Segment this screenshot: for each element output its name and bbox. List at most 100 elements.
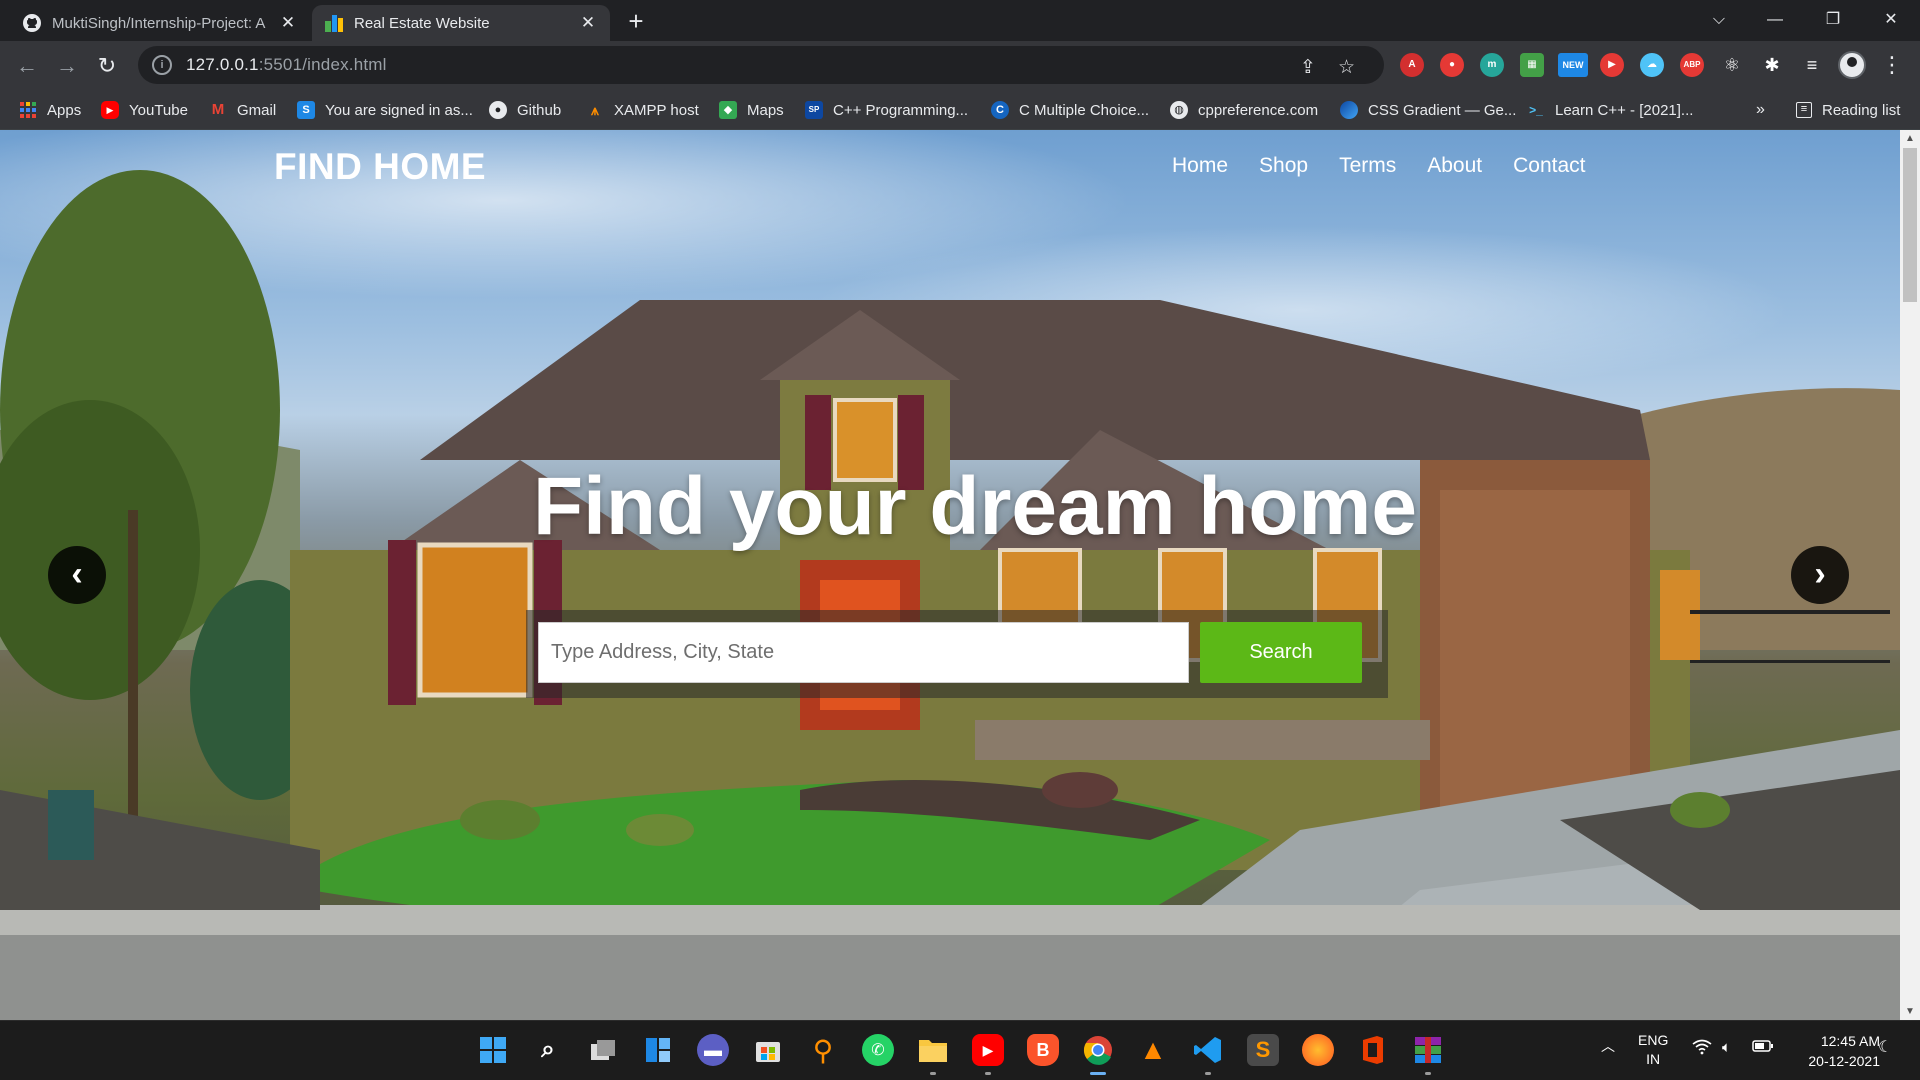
bookmark-learn-cpp[interactable]: >_ Learn C++ - [2021]... [1527,99,1693,121]
acrobat-extension-icon[interactable]: A [1400,53,1424,77]
adblock-extension-icon[interactable]: ABP [1680,53,1704,77]
cpp-icon: SP [805,101,823,119]
nav-contact[interactable]: Contact [1513,154,1585,178]
whatsapp-icon[interactable]: ✆ [862,1034,894,1066]
site-favicon [324,13,344,33]
widgets-icon[interactable] [642,1034,674,1066]
nav-about[interactable]: About [1427,154,1482,178]
notification-moon-icon[interactable]: ☾ [1878,1037,1892,1057]
scroll-thumb[interactable] [1903,148,1917,302]
winrar-icon[interactable] [1412,1034,1444,1066]
scroll-up-arrow-icon[interactable]: ▲ [1900,130,1920,147]
search-app-icon[interactable]: ⚲ [807,1034,839,1066]
tab-real-estate[interactable]: Real Estate Website ✕ [312,5,610,41]
m-extension-icon[interactable]: m [1480,53,1504,77]
language-indicator[interactable]: ENG IN [1638,1031,1668,1069]
bookmark-cppreference[interactable]: ◍ cppreference.com [1170,99,1318,121]
wifi-icon[interactable] [1692,1039,1712,1059]
close-tab-icon[interactable]: ✕ [278,13,298,33]
bookmark-gmail[interactable]: M Gmail [209,99,276,121]
reload-button[interactable]: ↻ [91,50,123,82]
bookmark-c-mcq[interactable]: C C Multiple Choice... [991,99,1149,121]
sublime-icon[interactable]: S [1247,1034,1279,1066]
github-icon: ● [489,101,507,119]
bookmark-xampp[interactable]: ⩚ XAMPP host [586,99,699,121]
running-indicator [930,1072,936,1075]
new-extension-icon[interactable]: NEW [1558,53,1588,77]
bookmark-github[interactable]: ● Github [489,99,561,121]
browser-menu-icon[interactable]: ⋮ [1880,50,1904,80]
file-explorer-icon[interactable] [917,1034,949,1066]
chrome-icon[interactable] [1082,1034,1114,1066]
vscode-icon[interactable] [1192,1034,1224,1066]
hero-title: Find your dream home [533,461,1417,552]
new-tab-button[interactable]: + [622,7,650,35]
bookmark-maps[interactable]: ◆ Maps [719,99,784,121]
nav-shop[interactable]: Shop [1259,154,1308,178]
media-control-icon[interactable]: ≡ [1800,53,1824,77]
next-slide-icon[interactable]: › [1791,546,1849,604]
bookmark-star-icon[interactable]: ☆ [1338,56,1355,79]
profile-avatar[interactable] [1838,51,1866,79]
bookmark-cpp-programming[interactable]: SP C++ Programming... [805,99,968,121]
maximize-button[interactable]: ❐ [1810,0,1856,40]
nav-home[interactable]: Home [1172,154,1228,178]
extensions-puzzle-icon[interactable]: ✱ [1760,53,1784,77]
system-clock[interactable]: 12:45 AM 20-12-2021 [1790,1031,1880,1071]
tab-search-chevron-icon[interactable]: ⌵ [1696,0,1742,40]
reading-list-button[interactable]: ≡ Reading list [1796,99,1900,121]
bookmark-signed-in[interactable]: S You are signed in as... [297,99,473,121]
browser-toolbar: ← → ↻ i 127.0.0.1:5501/index.html ⇪ ☆ A … [0,41,1920,90]
show-hidden-icons-icon[interactable]: ︿ [1601,1036,1615,1056]
scroll-down-arrow-icon[interactable]: ▼ [1900,1003,1920,1020]
bookmarks-bar: Apps ▶ YouTube M Gmail S You are signed … [0,90,1920,130]
back-button[interactable]: ← [11,50,43,82]
bookmark-youtube[interactable]: ▶ YouTube [101,99,188,121]
office-icon[interactable] [1357,1034,1389,1066]
bookmark-apps[interactable]: Apps [19,99,81,121]
forward-button[interactable]: → [51,50,83,82]
shield-extension-icon[interactable]: ● [1440,53,1464,77]
print-extension-icon[interactable]: ▦ [1520,53,1544,77]
search-icon[interactable]: ⌕ [532,1034,564,1066]
volume-icon[interactable]: 🔈︎ [1722,1039,1731,1056]
page-scrollbar[interactable]: ▲ ▼ [1900,130,1920,1020]
teams-chat-icon[interactable]: ▬ [697,1034,729,1066]
url-host: 127.0.0.1 [186,55,259,74]
site-info-icon[interactable]: i [152,55,172,75]
minimize-button[interactable]: — [1752,0,1798,40]
cloud-extension-icon[interactable]: ☁ [1640,53,1664,77]
globe-icon: ◍ [1170,101,1188,119]
youtube-icon: ▶ [101,101,119,119]
battery-icon[interactable] [1752,1039,1774,1057]
react-extension-icon[interactable]: ⚛ [1720,53,1744,77]
bookmarks-overflow-button[interactable]: » [1756,99,1765,121]
tab-github[interactable]: MuktiSingh/Internship-Project: A ✕ [10,5,310,41]
youtube-icon[interactable]: ▶ [972,1034,1004,1066]
bookmark-label: XAMPP host [614,101,699,119]
brave-icon[interactable]: B [1027,1034,1059,1066]
previous-slide-icon[interactable]: ‹ [48,546,106,604]
share-icon[interactable]: ⇪ [1300,56,1316,79]
store-icon[interactable] [752,1034,784,1066]
close-tab-icon[interactable]: ✕ [578,13,598,33]
page-viewport: FIND HOME Home Shop Terms About Contact … [0,130,1900,1020]
region-code: IN [1646,1051,1661,1067]
nav-terms[interactable]: Terms [1339,154,1396,178]
firefox-icon[interactable] [1302,1034,1334,1066]
site-logo[interactable]: FIND HOME [274,146,486,188]
tab-strip: MuktiSingh/Internship-Project: A ✕ Real … [0,0,1920,41]
youtube-extension-icon[interactable]: ▶ [1600,53,1624,77]
address-search-input[interactable] [538,622,1189,683]
vlc-icon[interactable]: ▲ [1137,1034,1169,1066]
close-window-button[interactable]: ✕ [1868,0,1914,40]
clock-time: 12:45 AM [1820,1033,1880,1049]
windows-taskbar: ⌕ ▬ ⚲ ✆ ▶ B ▲ S ︿ ENG IN 🔈︎ 12:45 AM 20-… [0,1020,1920,1080]
desktop-screen: MuktiSingh/Internship-Project: A ✕ Real … [0,0,1920,1080]
task-view-icon[interactable] [587,1034,619,1066]
windows-start-icon[interactable] [477,1034,509,1066]
search-button[interactable]: Search [1200,622,1362,683]
bookmark-css-gradient[interactable]: CSS Gradient — Ge... [1340,99,1516,121]
address-bar[interactable]: i 127.0.0.1:5501/index.html ⇪ ☆ [138,46,1384,84]
bookmark-label: Gmail [237,101,277,119]
